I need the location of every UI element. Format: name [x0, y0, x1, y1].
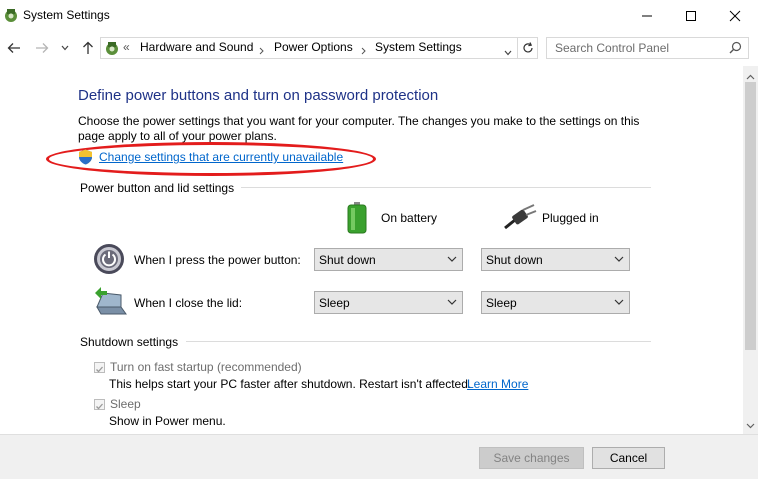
close-button[interactable] — [712, 0, 758, 32]
divider — [186, 341, 651, 342]
refresh-icon — [522, 42, 533, 53]
uac-shield-icon — [78, 149, 93, 168]
maximize-button[interactable] — [668, 0, 714, 32]
breadcrumb-separator-icon[interactable] — [361, 44, 366, 58]
power-plug-icon — [503, 204, 537, 233]
battery-icon — [347, 202, 367, 237]
chevron-down-icon — [447, 256, 457, 262]
scroll-down-icon[interactable] — [746, 418, 755, 432]
window-title: System Settings — [23, 8, 110, 22]
recent-locations-button[interactable] — [58, 39, 72, 57]
learn-more-link[interactable]: Learn More — [467, 377, 528, 391]
power-button-plugged-select[interactable]: Shut down — [481, 248, 630, 271]
chevron-down-icon — [447, 299, 457, 305]
select-value: Sleep — [319, 296, 350, 310]
maximize-icon — [686, 11, 696, 21]
breadcrumb-hardware-and-sound[interactable]: Hardware and Sound — [140, 40, 253, 54]
search-input[interactable]: Search Control Panel — [546, 37, 749, 59]
up-arrow-icon — [83, 41, 93, 54]
fast-startup-label: Turn on fast startup (recommended) — [110, 360, 302, 374]
back-arrow-icon — [7, 43, 20, 53]
checkmark-icon — [96, 366, 103, 373]
search-placeholder: Search Control Panel — [555, 41, 670, 55]
search-icon[interactable] — [729, 41, 742, 57]
forward-button[interactable] — [32, 39, 52, 57]
shutdown-section-title: Shutdown settings — [80, 335, 179, 349]
page-description: Choose the power settings that you want … — [78, 114, 640, 143]
forward-arrow-icon — [36, 43, 49, 53]
laptop-lid-icon — [93, 287, 127, 320]
fast-startup-checkbox[interactable] — [94, 362, 105, 373]
change-settings-link[interactable]: Change settings that are currently unava… — [99, 150, 343, 164]
chevron-down-icon — [614, 256, 624, 262]
chevron-down-icon — [614, 299, 624, 305]
select-value: Shut down — [486, 253, 543, 267]
up-button[interactable] — [78, 39, 98, 57]
close-lid-plugged-select[interactable]: Sleep — [481, 291, 630, 314]
save-changes-button[interactable]: Save changes — [479, 447, 584, 469]
breadcrumb-overflow[interactable]: « — [123, 40, 130, 54]
close-icon — [729, 10, 741, 22]
sleep-description: Show in Power menu. — [109, 414, 226, 428]
minimize-button[interactable] — [624, 0, 670, 32]
power-button-icon — [93, 243, 125, 278]
select-value: Shut down — [319, 253, 376, 267]
scrollbar-thumb[interactable] — [745, 82, 756, 350]
page-title: Define power buttons and turn on passwor… — [78, 87, 439, 104]
control-panel-icon — [104, 40, 120, 59]
column-on-battery: On battery — [381, 211, 438, 225]
column-plugged-in: Plugged in — [542, 211, 599, 225]
refresh-button[interactable] — [517, 37, 538, 59]
sleep-label: Sleep — [110, 397, 141, 411]
back-button[interactable] — [4, 39, 24, 57]
address-dropdown-icon[interactable] — [504, 45, 512, 59]
close-lid-battery-select[interactable]: Sleep — [314, 291, 463, 314]
breadcrumb-power-options[interactable]: Power Options — [274, 40, 353, 54]
power-button-battery-select[interactable]: Shut down — [314, 248, 463, 271]
checkmark-icon — [96, 403, 103, 410]
power-section-title: Power button and lid settings — [80, 181, 235, 195]
power-button-label: When I press the power button: — [134, 253, 301, 267]
breadcrumb-separator-icon[interactable] — [259, 44, 264, 58]
scroll-up-icon[interactable] — [746, 69, 755, 83]
minimize-icon — [642, 15, 652, 17]
breadcrumb-system-settings[interactable]: System Settings — [375, 40, 462, 54]
fast-startup-description: This helps start your PC faster after sh… — [109, 377, 472, 391]
cancel-button[interactable]: Cancel — [592, 447, 665, 469]
select-value: Sleep — [486, 296, 517, 310]
chevron-down-icon — [61, 45, 69, 51]
close-lid-label: When I close the lid: — [134, 296, 243, 310]
sleep-checkbox[interactable] — [94, 399, 105, 410]
divider — [241, 187, 651, 188]
power-options-icon — [3, 7, 19, 23]
